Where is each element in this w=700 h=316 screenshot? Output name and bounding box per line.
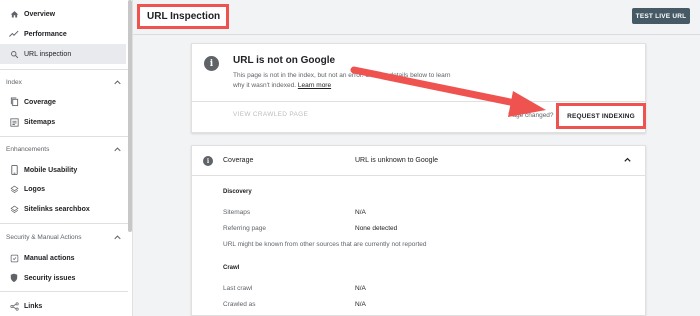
learn-more-link[interactable]: Learn more <box>298 82 331 89</box>
layers-icon <box>0 205 24 214</box>
sidebar-item-label: Sitelinks searchbox <box>24 205 90 213</box>
sidebar-item-label: Manual actions <box>24 254 75 262</box>
sidebar-item-security-issues[interactable]: Security issues <box>0 268 126 288</box>
info-icon: i <box>203 156 213 166</box>
manual-action-icon <box>0 254 24 263</box>
sidebar-item-coverage[interactable]: Coverage <box>0 92 126 112</box>
home-icon <box>0 10 24 19</box>
status-description: This page is not in the index, but not a… <box>233 71 533 91</box>
chevron-up-icon <box>114 146 121 151</box>
sidebar-item-links[interactable]: Links <box>0 296 126 316</box>
coverage-status: URL is unknown to Google <box>355 157 439 164</box>
crawl-heading: Crawl <box>223 265 240 271</box>
sidebar-item-performance[interactable]: Performance <box>0 24 126 44</box>
phone-icon <box>0 165 24 175</box>
shield-icon <box>0 273 24 283</box>
links-icon <box>0 301 24 311</box>
row-value: N/A <box>355 285 366 292</box>
status-desc-part2: why it wasn't indexed. <box>233 82 297 89</box>
status-title: URL is not on Google <box>233 55 336 66</box>
coverage-card: i Coverage URL is unknown to Google Disc… <box>191 145 646 316</box>
page-changed-text: Page changed? <box>508 112 554 119</box>
row-key: Last crawl <box>223 285 253 292</box>
row-value: N/A <box>355 209 366 216</box>
sidebar-item-manual-actions[interactable]: Manual actions <box>0 248 126 268</box>
sidebar: Overview Performance URL inspection Inde… <box>0 0 133 316</box>
sidebar-section-security[interactable]: Security & Manual Actions <box>6 230 121 244</box>
row-key: Referring page <box>223 225 266 232</box>
chevron-up-icon <box>114 234 121 239</box>
sitemap-icon <box>0 117 24 127</box>
view-crawled-page-button[interactable]: VIEW CRAWLED PAGE <box>233 111 308 118</box>
app: Overview Performance URL inspection Inde… <box>0 0 700 316</box>
sidebar-item-label: Sitemaps <box>24 118 56 126</box>
sidebar-item-label: Links <box>24 302 43 310</box>
section-title: Enhancements <box>6 145 50 153</box>
sidebar-item-label: Logos <box>24 185 45 193</box>
sidebar-item-label: Security issues <box>24 274 76 282</box>
sidebar-item-label: Overview <box>24 10 56 18</box>
section-title: Security & Manual Actions <box>6 233 82 241</box>
coverage-header[interactable]: i Coverage URL is unknown to Google <box>192 146 645 176</box>
sidebar-divider <box>0 69 128 70</box>
sidebar-item-sitelinks-searchbox[interactable]: Sitelinks searchbox <box>0 199 126 219</box>
sidebar-divider <box>0 136 128 137</box>
layers-icon <box>0 185 24 194</box>
section-title: Index <box>6 78 22 86</box>
chevron-up-icon <box>114 79 121 84</box>
header-divider <box>133 34 700 35</box>
sidebar-item-url-inspection[interactable]: URL inspection <box>0 44 126 64</box>
chevron-up-icon[interactable] <box>623 155 632 164</box>
request-indexing-button[interactable]: REQUEST INDEXING <box>556 103 646 129</box>
sidebar-item-overview[interactable]: Overview <box>0 4 126 24</box>
file-copy-icon <box>0 97 24 107</box>
sidebar-item-label: URL inspection <box>24 50 72 58</box>
test-live-url-button[interactable]: TEST LIVE URL <box>632 8 690 24</box>
sidebar-item-label: Coverage <box>24 98 56 106</box>
row-key: Sitemaps <box>223 209 251 216</box>
sidebar-item-label: Mobile Usability <box>24 166 78 174</box>
coverage-label: Coverage <box>223 157 254 164</box>
discovery-heading: Discovery <box>223 189 252 195</box>
sidebar-item-label: Performance <box>24 30 67 38</box>
row-value: None detected <box>355 225 398 232</box>
page-title: URL Inspection <box>137 4 229 29</box>
card-divider <box>192 101 645 102</box>
sidebar-section-index[interactable]: Index <box>6 75 121 89</box>
sidebar-section-enhancements[interactable]: Enhancements <box>6 142 121 156</box>
search-icon <box>0 50 24 59</box>
sidebar-divider <box>0 223 128 224</box>
info-icon: i <box>204 56 219 71</box>
discovery-note: URL might be known from other sources th… <box>223 241 427 248</box>
status-desc-part1b: an error. See the details below to learn <box>339 72 451 79</box>
sidebar-item-sitemaps[interactable]: Sitemaps <box>0 112 126 132</box>
sidebar-item-logos[interactable]: Logos <box>0 179 126 199</box>
trending-up-icon <box>0 30 24 38</box>
sidebar-divider <box>0 291 128 292</box>
sidebar-item-mobile-usability[interactable]: Mobile Usability <box>0 160 126 180</box>
row-value: N/A <box>355 301 366 308</box>
status-desc-part1: This page is not in the index, but not <box>233 72 338 79</box>
row-key: Crawled as <box>223 301 256 308</box>
sidebar-scrollbar[interactable] <box>128 0 132 232</box>
